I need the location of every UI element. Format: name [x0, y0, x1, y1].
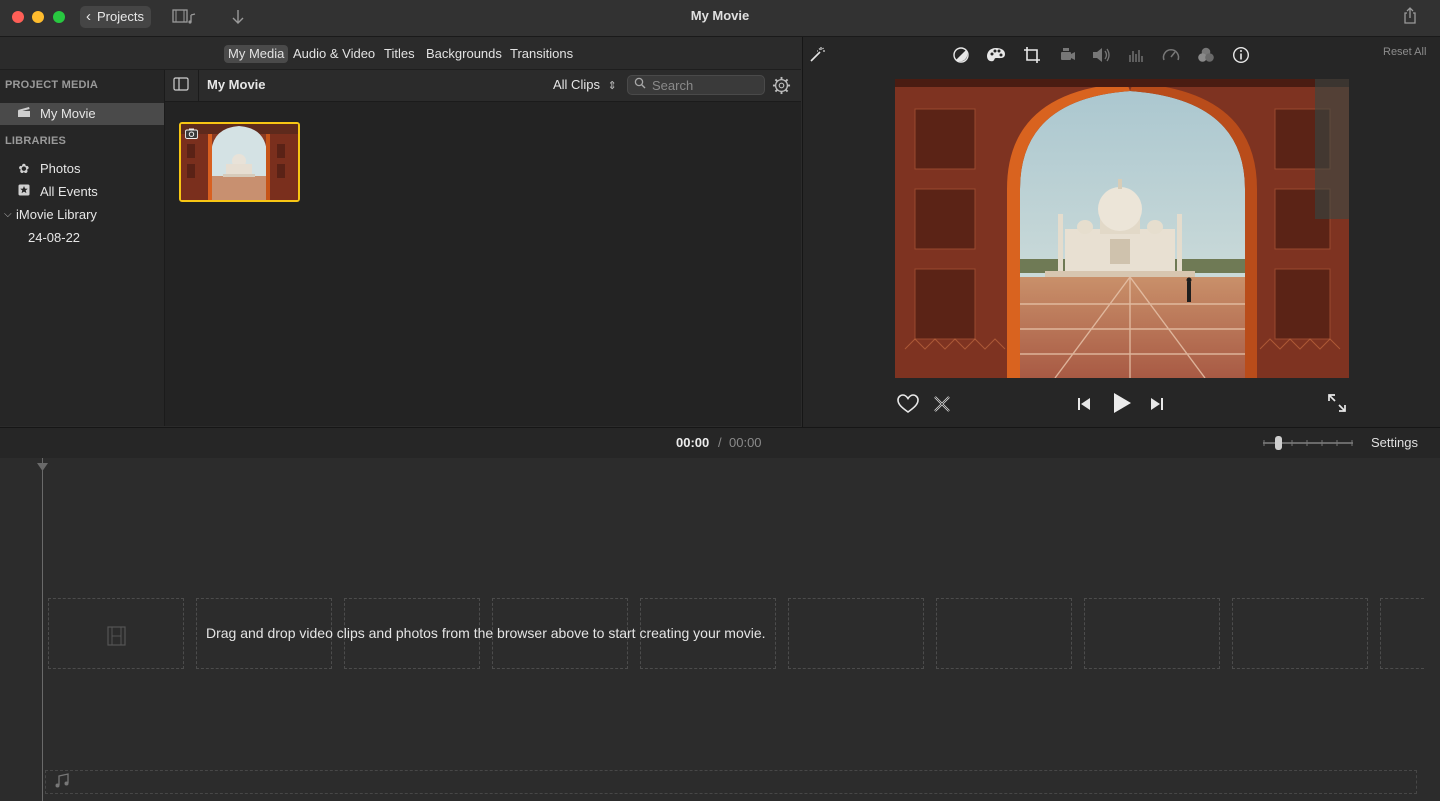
gear-icon[interactable] — [772, 76, 791, 98]
reset-all-button[interactable]: Reset All — [1383, 46, 1426, 58]
viewer-panel: Reset All — [802, 37, 1440, 427]
media-browser-toggle-icon[interactable] — [172, 8, 198, 29]
timeline-header: 00:00 / 00:00 Settings — [0, 427, 1440, 459]
clip-placeholder-slot — [936, 598, 1072, 669]
sidebar-item-imovie-library[interactable]: ⌵ iMovie Library — [0, 204, 164, 226]
magic-wand-icon[interactable] — [807, 46, 827, 66]
taj-mahal-preview-image — [895, 79, 1349, 378]
tab-transitions[interactable]: Transitions — [506, 45, 577, 63]
timeline-zoom-slider[interactable] — [1262, 435, 1354, 451]
media-toolbar: My Movie All Clips ⇕ — [165, 70, 801, 102]
fullscreen-icon[interactable] — [1327, 393, 1347, 416]
current-timecode: 00:00 — [676, 435, 710, 450]
tab-backgrounds[interactable]: Backgrounds — [422, 45, 506, 63]
info-icon[interactable] — [1231, 46, 1251, 66]
browser-tab-bar: My Media Audio & Video Titles Background… — [0, 37, 801, 70]
photos-icon: ✿ — [18, 161, 30, 176]
playhead[interactable] — [42, 458, 43, 801]
play-icon[interactable] — [1111, 392, 1133, 417]
project-media-header: PROJECT MEDIA — [5, 79, 99, 91]
clip-placeholder-slot — [1232, 598, 1368, 669]
tab-my-media[interactable]: My Media — [224, 45, 289, 63]
star-icon — [16, 181, 32, 203]
share-icon[interactable] — [1402, 7, 1418, 28]
taj-mahal-thumbnail-image — [181, 124, 298, 200]
search-icon — [634, 76, 646, 94]
skip-back-icon[interactable] — [1076, 396, 1092, 415]
music-note-icon — [54, 773, 70, 792]
media-title: My Movie — [207, 77, 266, 92]
media-browser — [165, 102, 801, 426]
clip-placeholder-slot — [1084, 598, 1220, 669]
timeline-settings-button[interactable]: Settings — [1371, 435, 1418, 450]
reject-icon[interactable] — [932, 394, 952, 417]
total-timecode: 00:00 — [729, 435, 762, 450]
clip-filter-icon[interactable] — [1196, 46, 1216, 66]
photo-clip-thumbnail[interactable] — [179, 122, 300, 202]
playhead-marker-icon — [37, 459, 48, 474]
sidebar-item-all-events[interactable]: All Events — [0, 181, 164, 203]
minimize-window-button[interactable] — [32, 11, 44, 23]
libraries-sidebar: PROJECT MEDIA My Movie LIBRARIES ✿ Photo… — [0, 70, 165, 426]
chevron-left-icon: ‹ — [86, 8, 91, 25]
clip-placeholder-slot — [48, 598, 184, 669]
tab-audio-video[interactable]: Audio & Video — [289, 45, 379, 63]
sidebar-toggle-icon[interactable] — [173, 77, 189, 94]
favorite-heart-icon[interactable] — [897, 394, 919, 417]
projects-back-button[interactable]: ‹ Projects — [80, 6, 151, 28]
timeline[interactable]: Drag and drop video clips and photos fro… — [0, 458, 1440, 801]
toolbar-divider — [198, 70, 199, 101]
sidebar-item-my-movie[interactable]: My Movie — [0, 103, 164, 125]
window-title: My Movie — [690, 8, 750, 23]
updown-chevron-icon: ⇕ — [607, 80, 617, 92]
speed-icon[interactable] — [1161, 46, 1181, 66]
search-input[interactable] — [652, 77, 760, 93]
timeline-empty-message: Drag and drop video clips and photos fro… — [206, 625, 766, 641]
sidebar-item-event[interactable]: 24-08-22 — [0, 227, 164, 249]
zoom-window-button[interactable] — [53, 11, 65, 23]
close-window-button[interactable] — [12, 11, 24, 23]
color-balance-icon[interactable] — [951, 46, 971, 66]
color-correction-icon[interactable] — [986, 46, 1006, 66]
clips-filter-select[interactable]: All Clips ⇕ — [553, 77, 617, 92]
clip-placeholder-slot — [788, 598, 924, 669]
tab-titles[interactable]: Titles — [380, 45, 419, 63]
clapperboard-icon — [16, 103, 32, 125]
stabilization-icon[interactable] — [1057, 46, 1077, 66]
skip-forward-icon[interactable] — [1149, 396, 1165, 415]
camera-icon — [185, 127, 198, 142]
volume-icon[interactable] — [1091, 46, 1111, 66]
crop-icon[interactable] — [1022, 46, 1042, 66]
sidebar-item-photos[interactable]: ✿ Photos — [0, 158, 164, 180]
title-bar: ‹ Projects My Movie — [0, 0, 1440, 37]
audio-lane[interactable] — [45, 770, 1417, 794]
video-preview — [895, 79, 1349, 378]
film-strip-icon — [107, 626, 127, 649]
search-field[interactable] — [627, 75, 765, 95]
import-arrow-icon[interactable] — [231, 8, 245, 29]
clip-placeholder-slot — [1380, 598, 1424, 669]
noise-reduction-icon[interactable] — [1126, 46, 1146, 66]
libraries-header: LIBRARIES — [5, 135, 67, 147]
chevron-down-icon: ⌵ — [4, 209, 12, 220]
timecode-separator: / — [718, 435, 722, 450]
